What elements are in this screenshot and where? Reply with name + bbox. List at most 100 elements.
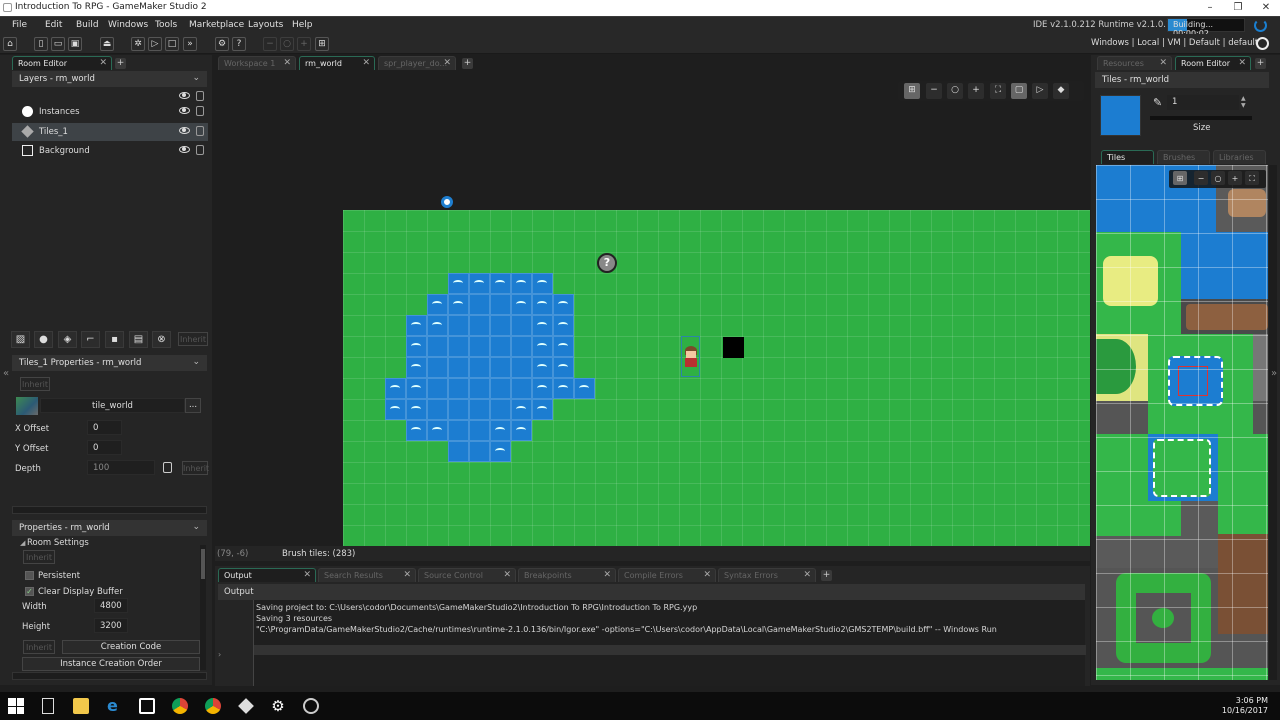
menu-windows[interactable]: Windows [108,20,148,30]
room-canvas[interactable]: ? ⊞ − ○ + ⛶ ▢ ▷ ◆ [215,70,1090,546]
tab-workspace-1[interactable]: Workspace 1 ✕ [218,56,296,70]
eraser-icon[interactable]: ◆ [1053,83,1069,99]
menu-build[interactable]: Build [76,20,99,30]
water-tile[interactable] [469,273,490,294]
water-tile[interactable] [469,357,490,378]
water-tile[interactable] [448,357,469,378]
water-tile[interactable] [448,378,469,399]
help-icon[interactable]: ? [232,37,246,51]
layer-item[interactable]: Instances [12,103,208,121]
close-tab-icon[interactable]: ✕ [362,58,370,68]
grid-toggle-icon[interactable]: ⊞ [1173,171,1187,185]
lock-icon[interactable] [196,106,204,116]
file-explorer-icon[interactable] [73,698,89,714]
close-tab-icon[interactable]: ✕ [1238,58,1246,68]
close-tab-icon[interactable]: ✕ [603,570,611,580]
target-settings-icon[interactable] [1256,37,1269,50]
restore-button[interactable]: ❐ [1224,0,1252,16]
water-tile[interactable] [469,336,490,357]
layer-item[interactable]: Background [12,142,208,160]
water-tile[interactable] [406,357,427,378]
inherit-room-button[interactable]: Inherit [23,550,55,564]
tab-resources[interactable]: Resources ✕ [1097,56,1172,70]
eye-icon[interactable] [179,107,190,114]
new-project-icon[interactable]: ▯ [34,37,48,51]
water-tile[interactable] [490,336,511,357]
add-tab-button[interactable]: + [115,58,126,69]
save-project-icon[interactable]: ▣ [68,37,82,51]
water-tile[interactable] [511,399,532,420]
home-icon[interactable]: ⌂ [3,37,17,51]
eye-icon[interactable] [179,146,190,153]
water-tile[interactable] [490,294,511,315]
horizontal-scrollbar[interactable] [12,506,207,514]
water-tile[interactable] [427,420,448,441]
room-height-input[interactable]: 3200 [94,618,128,633]
view-origin-icon[interactable] [441,196,453,208]
collapse-panel-icon[interactable]: « [3,368,9,379]
creation-code-button[interactable]: Creation Code [62,640,200,654]
layer-item[interactable]: Tiles_1 [12,123,208,141]
minimize-button[interactable]: – [1196,0,1224,16]
y-offset-input[interactable]: 0 [87,440,122,455]
add-tab-button[interactable]: + [821,570,832,581]
zoom-out-icon[interactable]: − [263,37,277,51]
water-tile[interactable] [427,357,448,378]
water-tile[interactable] [574,378,595,399]
water-tile[interactable] [532,315,553,336]
open-project-icon[interactable]: ▭ [51,37,65,51]
water-tile[interactable] [490,441,511,462]
menu-file[interactable]: File [12,20,27,30]
lock-icon[interactable] [196,145,204,155]
obs-icon[interactable] [303,698,319,714]
layers-header[interactable]: Layers - rm_world ⌄ [12,71,207,87]
tab-output[interactable]: Output ✕ [218,568,316,582]
water-tile[interactable] [553,378,574,399]
water-tile[interactable] [490,399,511,420]
add-tile-layer-button[interactable]: ◈ [58,331,77,348]
water-tile[interactable] [448,294,469,315]
chrome-icon-2[interactable] [205,698,221,714]
tileset-scrollbar[interactable] [1269,165,1277,680]
chrome-icon[interactable] [172,698,188,714]
water-tile[interactable] [532,399,553,420]
tab-breakpoints[interactable]: Breakpoints ✕ [518,568,616,582]
edge-icon[interactable]: e [107,698,123,714]
chevron-down-icon[interactable]: ⌄ [192,522,200,532]
vertical-scrollbar[interactable] [200,545,206,670]
eye-icon[interactable] [179,92,190,99]
water-tile[interactable] [511,294,532,315]
water-tile[interactable] [532,273,553,294]
water-tile[interactable] [406,378,427,399]
close-tab-icon[interactable]: ✕ [503,570,511,580]
water-tile[interactable] [448,399,469,420]
close-tab-icon[interactable]: ✕ [283,58,291,68]
tab-compile-errors[interactable]: Compile Errors ✕ [618,568,716,582]
horizontal-scrollbar[interactable] [12,672,207,680]
unknown-object-icon[interactable]: ? [597,253,617,273]
water-tile[interactable] [427,294,448,315]
target-selector[interactable]: Windows | Local | VM | Default | default [1091,38,1258,48]
tileset-field[interactable]: tile_world [40,398,185,413]
close-tab-icon[interactable]: ✕ [1159,58,1167,68]
expand-right-panel-icon[interactable]: » [1271,368,1277,379]
store-icon[interactable] [139,698,155,714]
room-tilemap[interactable] [343,210,1090,546]
water-tile[interactable] [511,357,532,378]
depth-input[interactable]: 100 [87,460,155,475]
inherit-layer-button[interactable]: Inherit [178,332,208,346]
water-tile[interactable] [490,315,511,336]
water-tile[interactable] [406,399,427,420]
zoom-in-icon[interactable]: + [968,83,984,99]
chevron-down-icon[interactable]: ⌄ [192,357,200,367]
gamemaker-icon[interactable] [238,698,254,714]
add-path-layer-button[interactable]: ⌐ [81,331,100,348]
water-tile[interactable] [532,378,553,399]
water-tile[interactable] [469,294,490,315]
lock-icon[interactable] [196,91,204,101]
tab-room-editor-right[interactable]: Room Editor ✕ [1175,56,1251,70]
tab-brushes[interactable]: Brushes [1157,150,1210,164]
workspace-icon[interactable]: ⊞ [315,37,329,51]
water-tile[interactable] [448,315,469,336]
zoom-reset-icon[interactable]: ○ [947,83,963,99]
